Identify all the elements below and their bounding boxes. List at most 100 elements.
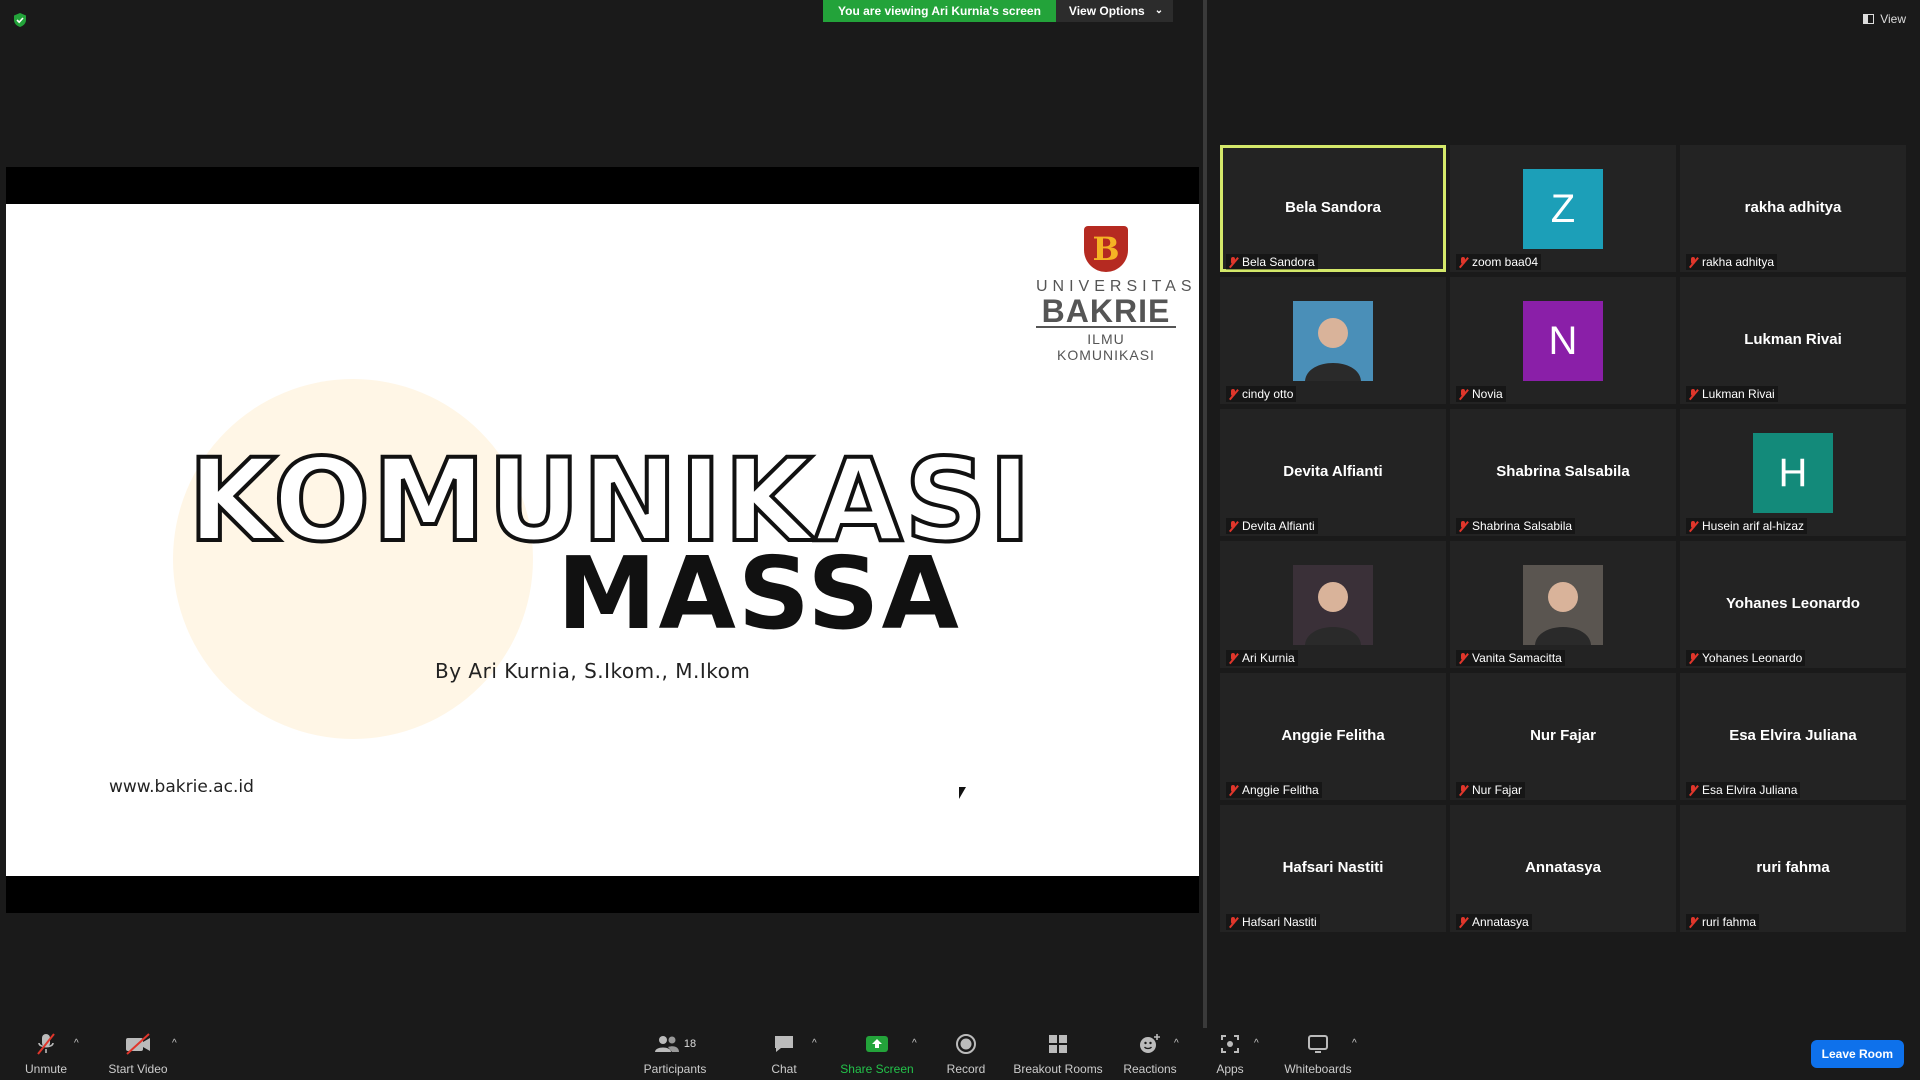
whiteboards-button[interactable]: Whiteboards	[1283, 1030, 1353, 1076]
avatar: N	[1523, 301, 1603, 381]
participant-name-label: Lukman Rivai	[1686, 386, 1778, 402]
whiteboards-options-caret-icon[interactable]: ^	[1352, 1038, 1357, 1049]
participant-name: zoom baa04	[1472, 255, 1539, 269]
participants-count: 18	[683, 1038, 697, 1050]
participant-name: Vanita Samacitta	[1472, 651, 1562, 665]
participants-icon	[654, 1036, 679, 1052]
participant-tile[interactable]: Nur Fajar Nur Fajar	[1450, 673, 1676, 800]
audio-options-caret-icon[interactable]: ^	[74, 1038, 79, 1049]
start-video-label: Start Video	[108, 1062, 168, 1076]
apps-button[interactable]: Apps	[1210, 1030, 1250, 1076]
participant-name-label: Vanita Samacitta	[1456, 650, 1565, 666]
chevron-down-icon: ⌄	[1154, 5, 1164, 16]
participant-name-label: Ari Kurnia	[1226, 650, 1298, 666]
participant-tile[interactable]: Anggie Felitha Anggie Felitha	[1220, 673, 1446, 800]
university-logo-mark: B	[1084, 226, 1128, 272]
chat-button[interactable]: Chat	[764, 1030, 804, 1076]
mic-muted-icon	[1229, 520, 1238, 532]
mic-muted-icon	[1689, 388, 1698, 400]
participant-tile[interactable]: rakha adhitya rakha adhitya	[1680, 145, 1906, 272]
mic-muted-icon	[1689, 520, 1698, 532]
participant-name: cindy otto	[1242, 387, 1294, 401]
participant-tile[interactable]: N Novia	[1450, 277, 1676, 404]
reactions-label: Reactions	[1123, 1062, 1177, 1076]
participant-display-name: Annatasya	[1525, 858, 1601, 876]
apps-options-caret-icon[interactable]: ^	[1254, 1038, 1259, 1049]
slide-byline: By Ari Kurnia, S.Ikom., M.Ikom	[435, 659, 751, 683]
share-screen-button[interactable]: Share Screen	[840, 1030, 914, 1076]
participant-tile[interactable]: Annatasya Annatasya	[1450, 805, 1676, 932]
video-options-caret-icon[interactable]: ^	[172, 1038, 177, 1049]
participant-name: Hafsari Nastiti	[1242, 915, 1317, 929]
mic-muted-icon	[1459, 520, 1468, 532]
mic-muted-icon	[1229, 784, 1238, 796]
apps-icon	[1221, 1035, 1239, 1053]
participant-name: Annatasya	[1472, 915, 1529, 929]
participants-button[interactable]: 18 Participants	[640, 1030, 710, 1076]
viewing-screen-label: You are viewing Ari Kurnia's screen	[823, 0, 1056, 22]
participant-name: ruri fahma	[1702, 915, 1757, 929]
university-logo: B UNIVERSITAS BAKRIE ILMU KOMUNIKASI	[1036, 226, 1192, 363]
participant-tile[interactable]: cindy otto	[1220, 277, 1446, 404]
logo-line-3: ILMU KOMUNIKASI	[1057, 331, 1155, 363]
mic-muted-icon	[1689, 916, 1698, 928]
share-screen-label: Share Screen	[840, 1062, 914, 1076]
participant-tile[interactable]: ruri fahma ruri fahma	[1680, 805, 1906, 932]
reactions-button[interactable]: Reactions	[1122, 1030, 1178, 1076]
record-label: Record	[946, 1062, 986, 1076]
participant-tile[interactable]: Shabrina Salsabila Shabrina Salsabila	[1450, 409, 1676, 536]
participant-name-label: Husein arif al-hizaz	[1686, 518, 1808, 534]
participant-display-name: Nur Fajar	[1530, 726, 1596, 744]
reactions-icon	[1140, 1034, 1160, 1053]
participant-tile[interactable]: Bela Sandora Bela Sandora	[1220, 145, 1446, 272]
participant-name: rakha adhitya	[1702, 255, 1775, 269]
participant-name: Lukman Rivai	[1702, 387, 1775, 401]
breakout-rooms-icon	[1049, 1035, 1067, 1053]
mic-muted-icon	[1229, 388, 1238, 400]
mic-muted-icon	[1229, 256, 1238, 268]
mouse-cursor-icon	[959, 787, 966, 799]
start-video-button[interactable]: Start Video	[106, 1030, 170, 1076]
participant-name-label: Yohanes Leonardo	[1686, 650, 1806, 666]
participant-name-label: Hafsari Nastiti	[1226, 914, 1320, 930]
participant-tile[interactable]: Devita Alfianti Devita Alfianti	[1220, 409, 1446, 536]
video-off-icon	[126, 1033, 150, 1055]
participant-tile[interactable]: H Husein arif al-hizaz	[1680, 409, 1906, 536]
chat-icon	[775, 1036, 793, 1052]
view-button[interactable]: View	[1863, 12, 1906, 26]
record-icon	[956, 1034, 976, 1054]
view-options-button[interactable]: View Options ⌄	[1055, 0, 1174, 22]
mic-muted-icon	[1459, 652, 1468, 664]
leave-room-button[interactable]: Leave Room	[1810, 1040, 1904, 1068]
participant-tile[interactable]: Lukman Rivai Lukman Rivai	[1680, 277, 1906, 404]
participant-name: Husein arif al-hizaz	[1702, 519, 1805, 533]
mic-muted-icon	[1689, 256, 1698, 268]
participant-gallery: Bela Sandora Bela Sandora Zzoom baa04 rakha…	[1220, 145, 1906, 932]
unmute-label: Unmute	[24, 1062, 68, 1076]
profile-photo	[1523, 565, 1603, 645]
security-shield-icon[interactable]	[12, 12, 28, 28]
participant-tile[interactable]: Zzoom baa04	[1450, 145, 1676, 272]
participant-tile[interactable]: Esa Elvira Juliana Esa Elvira Juliana	[1680, 673, 1906, 800]
share-options-caret-icon[interactable]: ^	[912, 1038, 917, 1049]
reactions-options-caret-icon[interactable]: ^	[1174, 1038, 1179, 1049]
whiteboards-label: Whiteboards	[1284, 1062, 1352, 1076]
participant-name: Ari Kurnia	[1242, 651, 1295, 665]
participant-display-name: rakha adhitya	[1744, 198, 1842, 216]
participant-name-label: Novia	[1456, 386, 1506, 402]
unmute-button[interactable]: Unmute	[22, 1030, 70, 1076]
chat-options-caret-icon[interactable]: ^	[812, 1038, 817, 1049]
record-button[interactable]: Record	[944, 1030, 988, 1076]
participant-name: Yohanes Leonardo	[1702, 651, 1803, 665]
share-screen-icon	[866, 1036, 888, 1052]
participant-name: Anggie Felitha	[1242, 783, 1319, 797]
avatar: H	[1753, 433, 1833, 513]
participant-name-label: zoom baa04	[1456, 254, 1542, 270]
participant-tile[interactable]: Hafsari Nastiti Hafsari Nastiti	[1220, 805, 1446, 932]
participant-tile[interactable]: Yohanes Leonardo Yohanes Leonardo	[1680, 541, 1906, 668]
participant-tile[interactable]: Ari Kurnia	[1220, 541, 1446, 668]
participant-tile[interactable]: Vanita Samacitta	[1450, 541, 1676, 668]
participant-name-label: cindy otto	[1226, 386, 1297, 402]
panel-splitter[interactable]	[1203, 0, 1207, 1028]
breakout-rooms-button[interactable]: Breakout Rooms	[1013, 1030, 1103, 1076]
